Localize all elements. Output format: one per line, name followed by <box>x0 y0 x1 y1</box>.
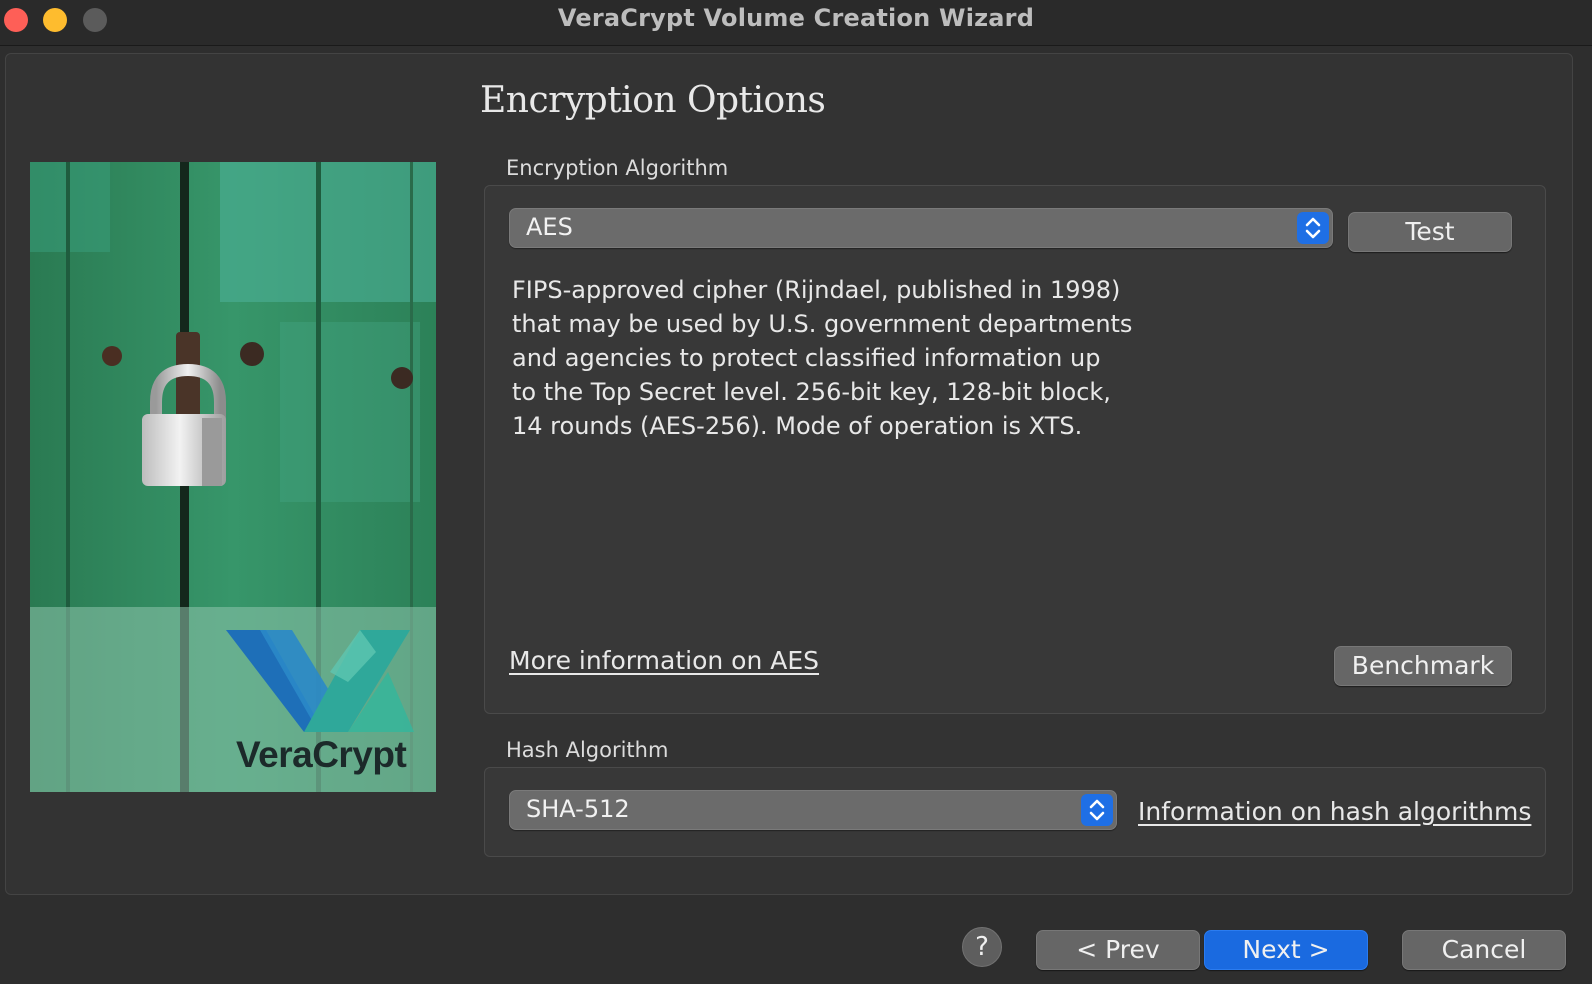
brand-wordmark: VeraCrypt <box>236 734 407 775</box>
encryption-algorithm-label: Encryption Algorithm <box>506 156 729 180</box>
window-title: VeraCrypt Volume Creation Wizard <box>557 4 1035 32</box>
hash-algorithm-value: SHA-512 <box>526 795 630 823</box>
help-button[interactable]: ? <box>962 927 1002 967</box>
description-line: that may be used by U.S. government depa… <box>512 310 1133 338</box>
encryption-algorithm-value: AES <box>526 213 573 241</box>
hash-algorithm-select[interactable]: SHA-512 <box>509 790 1117 830</box>
hash-algorithm-label: Hash Algorithm <box>506 738 669 762</box>
algorithm-description: FIPS-approved cipher (Rijndael, publishe… <box>512 273 1162 443</box>
prev-button[interactable]: < Prev <box>1036 930 1200 970</box>
benchmark-button[interactable]: Benchmark <box>1334 646 1512 686</box>
chevron-up-down-icon <box>1297 212 1329 244</box>
brand-image: VeraCrypt <box>30 162 436 792</box>
test-button[interactable]: Test <box>1348 212 1512 252</box>
title-bar: VeraCrypt Volume Creation Wizard <box>0 0 1592 46</box>
next-button[interactable]: Next > <box>1204 930 1368 970</box>
page-title: Encryption Options <box>480 80 826 121</box>
more-info-aes-link[interactable]: More information on AES <box>509 646 819 675</box>
encryption-group <box>484 185 1546 714</box>
chevron-up-down-icon <box>1081 794 1113 826</box>
description-line: FIPS-approved cipher (Rijndael, publishe… <box>512 276 1121 304</box>
hash-info-link[interactable]: Information on hash algorithms <box>1138 797 1531 826</box>
description-line: and agencies to protect classified infor… <box>512 344 1101 372</box>
padlock-door-illustration <box>30 162 436 792</box>
description-line: 14 rounds (AES-256). Mode of operation i… <box>512 412 1083 440</box>
cancel-button[interactable]: Cancel <box>1402 930 1566 970</box>
description-line: to the Top Secret level. 256-bit key, 12… <box>512 378 1111 406</box>
wizard-window: VeraCrypt Volume Creation Wizard Encrypt… <box>0 0 1592 984</box>
encryption-algorithm-select[interactable]: AES <box>509 208 1333 248</box>
